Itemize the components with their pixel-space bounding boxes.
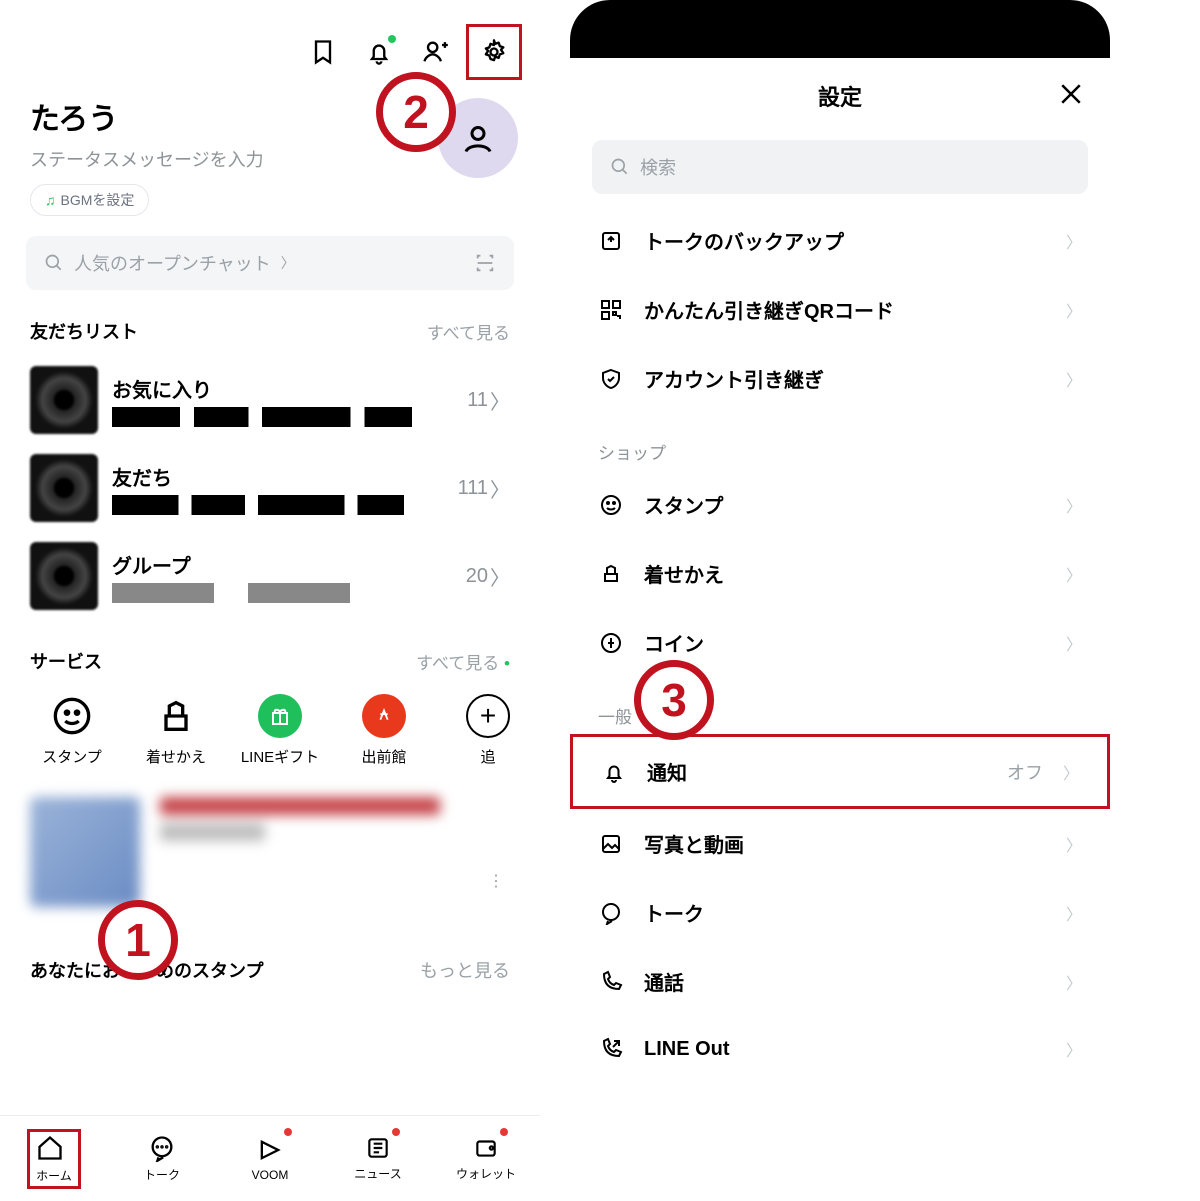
bell-icon[interactable] — [364, 37, 394, 67]
settings-icon[interactable] — [479, 37, 509, 67]
settings-search[interactable]: 検索 — [592, 140, 1088, 194]
friend-friends[interactable]: 友だち 111〉 — [30, 444, 510, 532]
smile-icon — [598, 492, 624, 518]
openchat-search[interactable]: 人気のオープンチャット 〉 — [26, 236, 514, 290]
home-screen: たろう ステータスメッセージを入力 ♫ BGMを設定 人気のオープンチャット 〉… — [0, 0, 540, 1201]
phone-out-icon — [598, 1036, 624, 1062]
bell-icon — [601, 759, 627, 785]
callout-2: 2 — [376, 72, 456, 152]
friends-title: 友だちリスト — [30, 318, 138, 344]
notification-highlight: 通知 オフ 〉 — [570, 734, 1110, 809]
callout-3: 3 — [634, 660, 714, 740]
home-highlight: ホーム — [27, 1129, 81, 1189]
item-theme[interactable]: 着せかえ 〉 — [570, 539, 1110, 608]
section-shop: ショップ — [570, 413, 1110, 470]
phone-icon — [598, 969, 624, 995]
music-note-icon: ♫ — [45, 192, 56, 208]
coin-icon — [598, 630, 624, 656]
chevron-right-icon: 〉 — [281, 253, 295, 273]
chevron-right-icon: 〉 — [1066, 229, 1082, 253]
item-stamp[interactable]: スタンプ 〉 — [570, 470, 1110, 539]
thumbnail — [30, 366, 98, 434]
promo-card[interactable] — [30, 797, 510, 917]
sticker-more[interactable]: もっと見る — [420, 957, 510, 983]
friends-see-all[interactable]: すべて見る — [427, 319, 510, 344]
item-call[interactable]: 通話 〉 — [570, 947, 1110, 1016]
item-photo-video[interactable]: 写真と動画 〉 — [570, 809, 1110, 878]
friend-groups[interactable]: グループ 20〉 — [30, 532, 510, 620]
profile-status[interactable]: ステータスメッセージを入力 — [30, 146, 510, 172]
service-more[interactable]: + 追 — [436, 694, 540, 767]
settings-screen: 設定 検索 トークのバックアップ 〉 かんたん引き継ぎQRコード 〉 アカウント… — [570, 0, 1110, 1201]
settings-title: 設定 — [818, 80, 862, 112]
scan-icon[interactable] — [474, 252, 496, 274]
shield-icon — [598, 366, 624, 392]
close-button[interactable] — [1056, 79, 1086, 114]
tab-bar: ホーム トーク VOOM ニュース ウォレット — [0, 1115, 540, 1201]
item-notification[interactable]: 通知 オフ 〉 — [573, 737, 1107, 806]
service-gift[interactable]: LINEギフト — [228, 694, 332, 767]
item-qr-transfer[interactable]: かんたん引き継ぎQRコード 〉 — [570, 275, 1110, 344]
thumbnail — [30, 454, 98, 522]
bgm-button[interactable]: ♫ BGMを設定 — [30, 184, 149, 216]
backup-icon — [598, 228, 624, 254]
tab-talk[interactable]: トーク — [108, 1116, 216, 1201]
friend-favorites[interactable]: お気に入り 11〉 — [30, 356, 510, 444]
tab-wallet[interactable]: ウォレット — [432, 1116, 540, 1201]
services-see-all[interactable]: すべて見る • — [416, 649, 510, 674]
tab-news[interactable]: ニュース — [324, 1116, 432, 1201]
services-title: サービス — [30, 648, 102, 674]
item-line-out[interactable]: LINE Out 〉 — [570, 1016, 1110, 1082]
qr-icon — [598, 297, 624, 323]
image-icon — [598, 831, 624, 857]
thumbnail — [30, 542, 98, 610]
more-icon[interactable]: ⋮ — [488, 871, 506, 891]
add-friend-icon[interactable] — [420, 37, 450, 67]
item-account-transfer[interactable]: アカウント引き継ぎ 〉 — [570, 344, 1110, 413]
service-demaekan[interactable]: 出前館 — [332, 694, 436, 767]
service-theme[interactable]: 着せかえ — [124, 694, 228, 767]
service-stamp[interactable]: スタンプ — [20, 694, 124, 767]
chat-icon — [598, 900, 624, 926]
bookmark-icon[interactable] — [308, 37, 338, 67]
brush-icon — [598, 561, 624, 587]
callout-1: 1 — [98, 900, 178, 980]
tab-home[interactable]: ホーム — [0, 1116, 108, 1201]
chevron-right-icon: 〉 — [490, 386, 510, 415]
item-backup[interactable]: トークのバックアップ 〉 — [570, 206, 1110, 275]
tab-voom[interactable]: VOOM — [216, 1116, 324, 1201]
item-talk[interactable]: トーク 〉 — [570, 878, 1110, 947]
